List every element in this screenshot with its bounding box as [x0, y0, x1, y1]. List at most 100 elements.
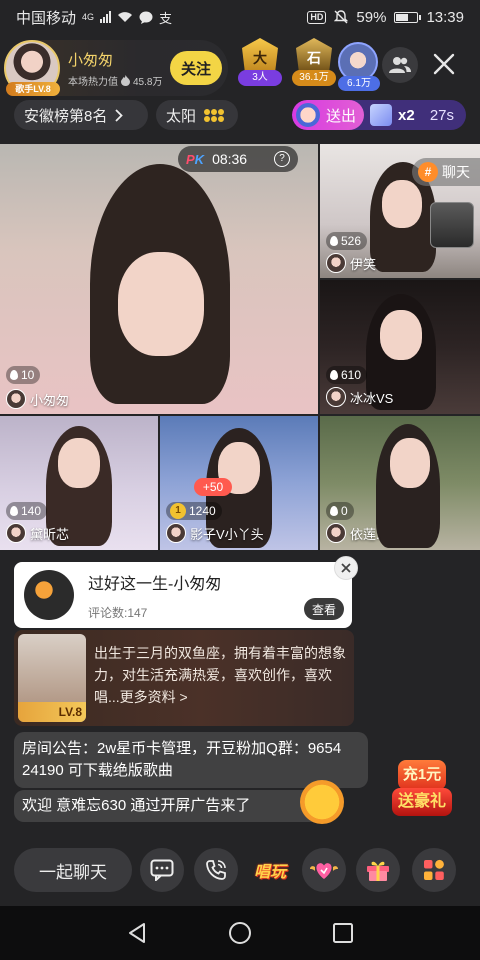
mute-bell-icon	[334, 10, 349, 24]
likes-count: 1240	[189, 504, 216, 518]
gift-box-icon	[367, 861, 389, 881]
live-room-screen: 中国移动 4G 支 HD 59% 13:39 歌手LV.8 小匆匆 本场热力值 …	[0, 0, 480, 960]
likes-count: 526	[341, 234, 362, 248]
avatar	[326, 387, 346, 407]
close-button[interactable]	[428, 48, 460, 80]
streamer-name: 黛昕芯	[30, 526, 70, 542]
streamer-face	[380, 310, 422, 360]
contributor-value: 36.1万	[292, 70, 336, 86]
top-contributor-1[interactable]: 大 3人	[236, 38, 284, 90]
top-contributor-2[interactable]: 石 36.1万	[290, 38, 338, 90]
host-heat: 本场热力值 45.8万	[68, 73, 162, 88]
back-button[interactable]	[124, 920, 150, 946]
tile-likes: 140	[6, 502, 48, 520]
host-info-pill[interactable]: 歌手LV.8 小匆匆 本场热力值 45.8万 关注	[4, 40, 228, 96]
signal-icon	[100, 11, 112, 23]
gift-send-label: 送出	[326, 107, 357, 125]
room-announcement: 房间公告：2w星币卡管理，开豆粉加Q群：9654 24190 可下载绝版歌曲	[14, 732, 368, 788]
sing-label: 唱玩	[253, 864, 286, 881]
tile-streamer: 伊笑	[326, 252, 376, 274]
sun-label: 太阳	[166, 107, 197, 125]
video-tile-4[interactable]: 140 黛昕芯	[0, 416, 158, 550]
avatar	[326, 523, 346, 543]
phone-icon	[206, 860, 226, 880]
gift-timer: 27s	[429, 106, 454, 124]
sender-avatar	[296, 103, 320, 127]
pk-timer-pill[interactable]: PK 08:36 ?	[178, 146, 298, 172]
song-card[interactable]: 过好这一生-小匆匆 评论数:147 查看	[14, 556, 358, 628]
close-icon	[433, 53, 455, 75]
likes-count: 610	[341, 368, 362, 382]
tile-streamer: 冰冰VS	[326, 386, 393, 408]
top-contributor-3-avatar[interactable]: 6.1万	[338, 42, 380, 91]
streamer-profile-card[interactable]: LV.8 出生于三月的双鱼座，拥有着丰富的想象力，对生活充满热爱，喜欢创作，喜欢…	[14, 630, 354, 726]
clock: 13:39	[426, 8, 464, 26]
tile-streamer: 黛昕芯	[6, 522, 69, 544]
profile-level-badge: LV.8	[18, 702, 86, 722]
chat-tag[interactable]: # 聊天	[412, 158, 480, 186]
video-tile-2[interactable]: # 聊天 526 伊笑	[320, 144, 480, 278]
audience-list-button[interactable]	[382, 47, 418, 83]
video-tile-main[interactable]: PK 08:36 ? 10 小匆匆	[0, 144, 318, 414]
heat-value: 45.8万	[133, 76, 163, 88]
chat-input-button[interactable]: 一起聊天	[14, 848, 132, 892]
heat-label: 本场热力值	[68, 76, 118, 88]
region-rank-pill[interactable]: 安徽榜第8名	[14, 100, 148, 130]
flame-icon	[10, 370, 18, 380]
view-song-button[interactable]: 查看	[304, 598, 344, 620]
gift-item-icon	[370, 104, 393, 126]
profile-bio[interactable]: 出生于三月的双鱼座，拥有着丰富的想象力，对生活充满热爱，喜欢创作，喜欢唱...更…	[94, 642, 346, 708]
tile-likes: 526	[326, 232, 368, 250]
network-type: 4G	[82, 12, 95, 22]
video-tile-3[interactable]: 610 冰冰VS	[320, 280, 480, 414]
streamer-face	[390, 438, 430, 488]
profile-photo: LV.8	[18, 634, 86, 722]
gift-button[interactable]	[356, 848, 400, 892]
pk-timer: 08:36	[212, 151, 248, 167]
tile-streamer: 小匆匆	[6, 388, 69, 410]
close-song-card-button[interactable]	[334, 556, 358, 580]
tile-likes: 1 1240	[166, 502, 222, 520]
home-button[interactable]	[227, 920, 253, 946]
tile-likes: 0	[326, 502, 354, 520]
emoji-icon[interactable]	[300, 780, 344, 824]
video-tile-5[interactable]: +50 1 1240 影子V小丫头	[160, 416, 318, 550]
gift-send-area: 送出	[292, 100, 365, 130]
back-triangle-icon	[129, 923, 145, 943]
tile-streamer: 依莲.	[326, 522, 380, 544]
streamer-name: 冰冰VS	[350, 390, 394, 406]
chat-tag-label: 聊天	[442, 164, 470, 180]
flame-icon	[121, 74, 130, 86]
video-tile-6[interactable]: 0 依莲.	[320, 416, 480, 550]
pay-icon: 支	[159, 10, 173, 26]
region-rank-label: 安徽榜第8名	[24, 107, 108, 125]
more-apps-button[interactable]	[412, 848, 456, 892]
streamer-name: 小匆匆	[30, 392, 70, 408]
voice-call-button[interactable]	[194, 848, 238, 892]
gift-combo-pill[interactable]: 送出 x2 27s	[292, 100, 466, 130]
recent-apps-button[interactable]	[330, 920, 356, 946]
heart-gift-button[interactable]	[302, 848, 346, 892]
song-title: 过好这一生-小匆匆	[88, 575, 222, 593]
tile-likes: 10	[6, 366, 41, 384]
likes-count: 10	[21, 368, 35, 382]
message-icon	[150, 859, 174, 881]
recharge-promo-badge[interactable]: 充1元 送豪礼	[392, 760, 452, 820]
follow-button[interactable]: 关注	[170, 51, 222, 85]
message-button[interactable]	[140, 848, 184, 892]
avatar	[6, 523, 26, 543]
mini-video-preview[interactable]	[430, 202, 474, 248]
help-icon[interactable]: ?	[274, 151, 290, 167]
host-avatar[interactable]: 歌手LV.8	[4, 40, 60, 96]
bonus-badge: +50	[194, 478, 232, 496]
heart-wings-icon	[310, 863, 338, 879]
flame-icon	[330, 506, 338, 516]
avatar	[326, 253, 346, 273]
sun-level-pill[interactable]: 太阳	[156, 100, 238, 130]
users-icon	[389, 57, 411, 73]
system-nav-bar	[0, 906, 480, 960]
song-cover	[24, 570, 74, 620]
sing-play-button[interactable]: 唱玩	[248, 848, 292, 892]
wifi-icon	[118, 12, 133, 22]
likes-count: 0	[341, 504, 348, 518]
